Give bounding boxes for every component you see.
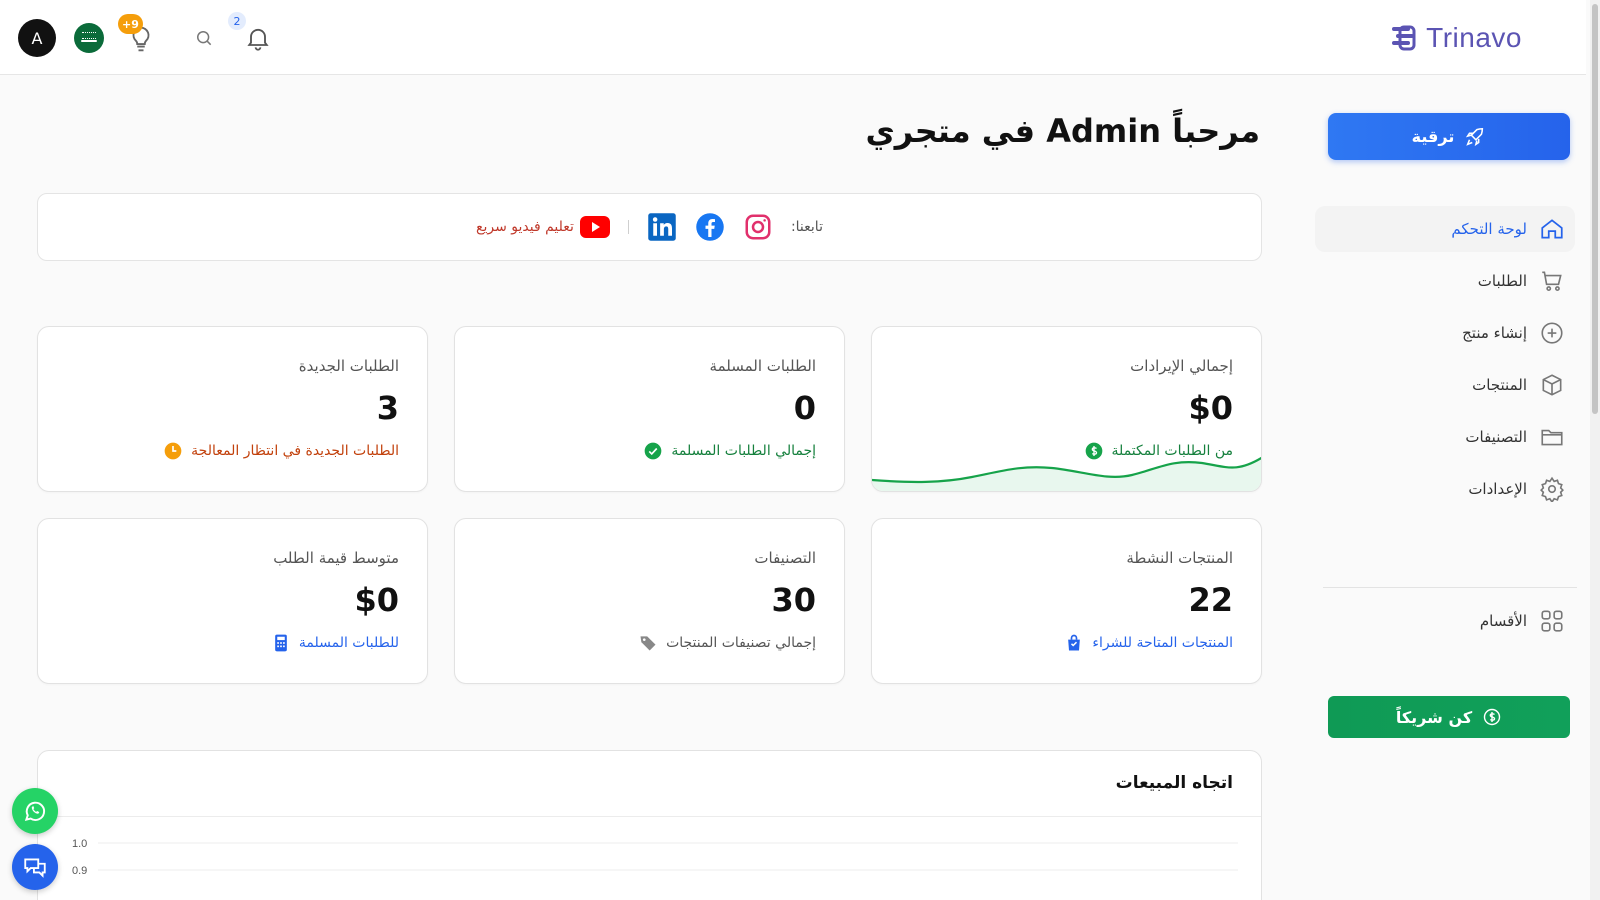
rocket-icon <box>1466 127 1484 146</box>
stat-card-average-order-value: متوسط قيمة الطلب $0 للطلبات المسلمة <box>37 518 428 684</box>
chat-icon <box>24 858 46 878</box>
shopping-bag-icon <box>1068 634 1081 651</box>
stat-subtitle: للطلبات المسلمة <box>271 633 399 653</box>
instagram-icon[interactable] <box>743 212 773 242</box>
top-header: A +9 2 Trinavo <box>0 0 1586 75</box>
stat-subtitle: إجمالي تصنيفات المنتجات <box>638 633 816 653</box>
stat-card-delivered-orders: الطلبات المسلمة 0 إجمالي الطلبات المسلمة <box>454 326 845 492</box>
stat-subtitle-text: المنتجات المتاحة للشراء <box>1092 635 1233 651</box>
sidebar-divider <box>1323 587 1577 588</box>
stat-value: 3 <box>376 389 399 427</box>
sidebar-item-label: إنشاء منتج <box>1462 324 1527 342</box>
divider <box>627 220 629 234</box>
logo-text: Trinavo <box>1426 22 1522 53</box>
stat-value: 22 <box>1188 581 1233 619</box>
become-partner-button[interactable]: كن شريكاً <box>1328 696 1570 738</box>
dollar-circle-icon <box>1483 708 1501 726</box>
follow-label: تابعنا: <box>790 219 823 235</box>
scrollbar-thumb[interactable] <box>1592 4 1598 414</box>
bell-icon[interactable] <box>244 24 272 52</box>
stat-card-active-products: المنتجات النشطة 22 المنتجات المتاحة للشر… <box>871 518 1262 684</box>
sidebar-item-settings[interactable]: الإعدادات <box>1315 466 1575 512</box>
video-tutorial-link[interactable]: تعليم فيديو سريع <box>476 216 610 238</box>
stat-title: متوسط قيمة الطلب <box>273 549 399 567</box>
stat-title: الطلبات المسلمة <box>709 357 816 375</box>
stat-card-new-orders: الطلبات الجديدة 3 الطلبات الجديدة في انت… <box>37 326 428 492</box>
brand-logo[interactable]: Trinavo <box>1390 19 1522 57</box>
stat-subtitle-text: إجمالي تصنيفات المنتجات <box>666 635 816 651</box>
social-bar: تابعنا: تعليم فيديو سريع <box>37 193 1262 261</box>
sidebar-item-categories[interactable]: التصنيفات <box>1315 414 1575 460</box>
logo-mark-icon <box>1392 25 1416 51</box>
stat-value: 0 <box>793 389 816 427</box>
whatsapp-button[interactable] <box>12 788 58 834</box>
chart-plot: 1.0 0.9 <box>72 838 1238 877</box>
sidebar-item-orders[interactable]: الطلبات <box>1315 258 1575 304</box>
stat-subtitle: الطلبات الجديدة في انتظار المعالجة <box>163 441 399 461</box>
sidebar-item-label: الأقسام <box>1479 612 1527 630</box>
stat-title: إجمالي الإيرادات <box>1130 357 1233 375</box>
video-label: تعليم فيديو سريع <box>476 219 574 235</box>
calculator-icon <box>275 634 287 652</box>
cart-icon <box>1542 271 1562 292</box>
linkedin-icon[interactable] <box>647 212 677 242</box>
sidebar-item-label: التصنيفات <box>1465 428 1527 446</box>
stat-value: 30 <box>771 581 816 619</box>
plus-circle-icon <box>1541 322 1563 344</box>
clock-icon <box>164 442 182 460</box>
sidebar-nav: لوحة التحكم الطلبات إنشاء منتج المنتجات … <box>1315 206 1575 518</box>
folder-icon <box>1541 429 1563 446</box>
whatsapp-icon <box>24 801 46 822</box>
sidebar-item-label: المنتجات <box>1472 376 1527 394</box>
youtube-icon <box>579 216 610 238</box>
sidebar-item-sections[interactable]: الأقسام <box>1315 598 1575 644</box>
gear-icon <box>1540 476 1564 502</box>
user-avatar[interactable]: A <box>18 19 56 57</box>
check-circle-icon <box>645 442 662 460</box>
stat-card-total-revenue: إجمالي الإيرادات $0 من الطلبات المكتملة <box>871 326 1262 492</box>
page-scrollbar[interactable] <box>1590 0 1600 900</box>
sidebar-item-dashboard[interactable]: لوحة التحكم <box>1315 206 1575 252</box>
page-title: مرحباً Admin في متجري <box>865 112 1260 150</box>
sidebar-item-create-product[interactable]: إنشاء منتج <box>1315 310 1575 356</box>
stat-title: الطلبات الجديدة <box>298 357 399 375</box>
sidebar-item-label: لوحة التحكم <box>1451 220 1527 238</box>
stat-subtitle-text: للطلبات المسلمة <box>298 635 399 651</box>
upgrade-label: ترقية <box>1411 127 1455 146</box>
upgrade-button[interactable]: ترقية <box>1328 113 1570 160</box>
box-icon <box>1542 374 1562 396</box>
y-tick-label: 0.9 <box>72 865 87 877</box>
revenue-sparkline <box>872 456 1261 491</box>
stat-value: $0 <box>354 581 399 619</box>
search-icon[interactable] <box>194 28 214 48</box>
facebook-icon[interactable] <box>695 212 725 242</box>
stat-card-categories: التصنيفات 30 إجمالي تصنيفات المنتجات <box>454 518 845 684</box>
support-chat-button[interactable] <box>12 844 58 890</box>
partner-label: كن شريكاً <box>1395 707 1473 727</box>
grid-icon <box>1541 610 1563 632</box>
stat-subtitle-text: إجمالي الطلبات المسلمة <box>671 443 816 459</box>
chart-title: اتجاه المبيعات <box>1115 773 1233 793</box>
stat-value: $0 <box>1188 389 1233 427</box>
sidebar-item-products[interactable]: المنتجات <box>1315 362 1575 408</box>
stat-title: المنتجات النشطة <box>1126 549 1233 567</box>
y-tick-label: 1.0 <box>72 838 87 850</box>
stat-subtitle: إجمالي الطلبات المسلمة <box>643 441 816 461</box>
sales-trend-chart: اتجاه المبيعات 1.0 0.9 <box>37 750 1262 900</box>
sidebar-item-label: الإعدادات <box>1468 480 1527 498</box>
tips-badge: +9 <box>118 14 143 34</box>
sidebar-item-label: الطلبات <box>1477 272 1527 290</box>
notifications-badge: 2 <box>228 12 246 30</box>
tag-icon <box>640 636 656 651</box>
stat-title: التصنيفات <box>754 549 816 567</box>
stat-subtitle-text: الطلبات الجديدة في انتظار المعالجة <box>191 443 399 459</box>
stat-subtitle: المنتجات المتاحة للشراء <box>1064 633 1233 653</box>
home-icon <box>1541 219 1563 239</box>
language-flag-icon[interactable] <box>74 23 104 53</box>
